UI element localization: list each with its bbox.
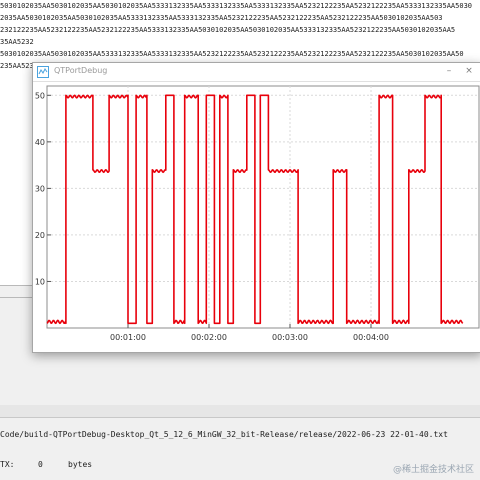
debug-window[interactable]: QTPortDebug – × 10 20 30 40 50 00:01:00 00:02:… <box>32 62 480 353</box>
y-tick-label: 40 <box>35 138 45 147</box>
horizontal-scrollbar[interactable] <box>0 405 480 418</box>
file-path-label: Code/build-QTPortDebug-Desktop_Qt_5_12_6… <box>0 430 448 439</box>
hex-log-line: 232122235AA5232122235AA5232122235AA53331… <box>0 26 456 34</box>
counter-label: TX: <box>0 460 15 469</box>
hex-log-line: 5030102035AA5030102035AA5030102035AA5333… <box>0 2 473 10</box>
hex-log-line: 2035AA5030102035AA5030102035AA5333132335… <box>0 14 443 22</box>
qt-app-icon <box>37 66 49 78</box>
y-tick-label: 10 <box>35 277 45 286</box>
y-tick-label: 30 <box>35 184 45 193</box>
close-button[interactable]: × <box>463 64 475 78</box>
hex-log-line: 235AA523 <box>0 62 34 70</box>
counter-unit: bytes <box>68 460 93 469</box>
minimize-button[interactable]: – <box>443 64 455 78</box>
plot-frame <box>46 85 480 329</box>
counter-value: 0 <box>38 460 43 469</box>
x-tick-label: 00:01:00 <box>110 333 146 342</box>
plot-area[interactable]: 10 20 30 40 50 00:01:00 00:02:00 00:03:00 00:04:… <box>33 82 480 350</box>
y-tick-label: 50 <box>35 91 45 100</box>
x-tick-label: 00:03:00 <box>272 333 308 342</box>
x-tick-label: 00:04:00 <box>353 333 389 342</box>
line-chart[interactable]: 10 20 30 40 50 00:01:00 00:02:00 00:03:00 00:04:… <box>33 82 480 350</box>
window-title: QTPortDebug <box>54 66 108 75</box>
watermark-text: @稀土掘金技术社区 <box>392 465 474 475</box>
hex-log-line: 5030102035AA5030102035AA5333132335AA5333… <box>0 50 464 58</box>
y-tick-label: 20 <box>35 231 45 240</box>
window-title-bar[interactable]: QTPortDebug – × <box>33 63 480 82</box>
hex-log-line: 35AA5232 <box>0 38 34 46</box>
x-tick-label: 00:02:00 <box>191 333 227 342</box>
